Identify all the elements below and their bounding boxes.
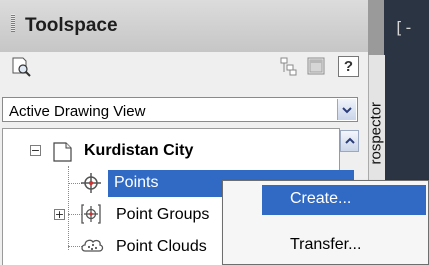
help-button[interactable]: ? [338,56,359,77]
point-clouds-icon [80,235,104,262]
scroll-up-button[interactable] [340,130,359,152]
tree-item-point-groups[interactable]: Point Groups [116,206,209,224]
context-menu-item-transfer[interactable]: Transfer... [290,236,361,254]
points-icon [80,172,102,199]
tree-connector [68,166,69,250]
expand-expander[interactable]: + [54,209,65,220]
viewport-control-label[interactable]: [- [394,18,413,37]
chevron-down-icon[interactable] [337,99,356,120]
drawing-icon [50,140,74,169]
drag-grip[interactable] [11,14,15,32]
tree-item-point-clouds[interactable]: Point Clouds [116,238,207,256]
context-menu-create-label[interactable]: Create... [290,190,351,208]
zoom-to-icon[interactable] [10,55,32,77]
prospector-tab-label: rospector [368,102,385,165]
tree-item-points[interactable]: Points [114,174,158,192]
tree-item-kurdistan-city[interactable]: Kurdistan City [84,142,193,160]
collapse-expander[interactable]: − [30,145,41,156]
point-groups-icon [80,203,102,230]
view-dropdown-value: Active Drawing View [9,103,146,120]
list-view-icon[interactable] [305,55,327,77]
panel-title: Toolspace [25,15,118,36]
item-view-icon[interactable] [278,55,300,77]
